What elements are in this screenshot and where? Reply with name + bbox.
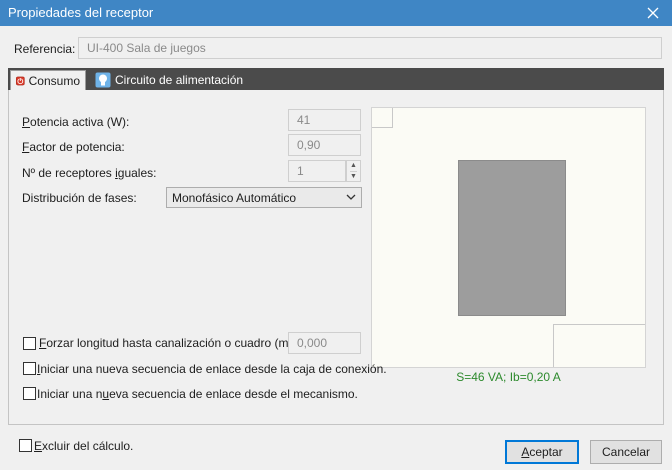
receptores-label: Nº de receptores iguales: [22, 166, 157, 180]
accept-button[interactable]: Aceptar [505, 440, 579, 464]
close-button[interactable] [640, 2, 666, 24]
tab-circuito-label: Circuito de alimentación [115, 73, 244, 87]
stepper-down-icon[interactable]: ▼ [350, 172, 357, 182]
potencia-input[interactable]: 41 [288, 109, 361, 131]
power-summary: S=46 VA; Ib=0,20 A [456, 370, 561, 384]
receptores-input[interactable]: 1 [288, 160, 346, 182]
distribucion-label: Distribución de fases: [22, 191, 137, 205]
referencia-input[interactable]: UI-400 Sala de juegos [78, 37, 662, 59]
factor-label: Factor de potencia: [22, 140, 125, 154]
chevron-down-icon [346, 194, 356, 200]
factor-input[interactable]: 0,90 [288, 134, 361, 156]
excluir-checkbox[interactable] [19, 439, 32, 452]
forzar-input[interactable]: 0,000 [288, 332, 361, 354]
title-bar: Propiedades del receptor [0, 0, 672, 26]
receptores-stepper[interactable]: ▲ ▼ [346, 160, 361, 182]
close-icon [647, 7, 659, 19]
referencia-label: Referencia: [14, 42, 76, 56]
lightbulb-icon [95, 72, 111, 88]
excluir-label: Excluir del cálculo. [34, 439, 134, 453]
tab-consumo[interactable]: Consumo [10, 70, 86, 90]
stepper-up-icon[interactable]: ▲ [350, 161, 357, 172]
cancel-button[interactable]: Cancelar [590, 440, 662, 464]
distribucion-value: Monofásico Automático [172, 190, 297, 205]
preview-receptor-block [458, 160, 566, 316]
distribucion-select[interactable]: Monofásico Automático [166, 187, 362, 208]
tab-strip: Consumo Circuito de alimentación [8, 68, 664, 90]
tab-consumo-label: Consumo [28, 73, 80, 88]
receptor-preview [371, 107, 646, 368]
forzar-checkbox[interactable] [23, 337, 36, 350]
potencia-label: Potencia activa (W): [22, 115, 130, 129]
preview-corner-top-left [372, 108, 393, 128]
power-icon [16, 76, 25, 85]
iniciar-caja-label: Iniciar una nueva secuencia de enlace de… [37, 362, 387, 376]
forzar-label: Forzar longitud hasta canalización o cua… [39, 336, 296, 350]
tab-circuito[interactable]: Circuito de alimentación [90, 70, 256, 90]
iniciar-mecanismo-checkbox[interactable] [23, 387, 36, 400]
preview-corner-bottom-right [553, 324, 645, 367]
window-title: Propiedades del receptor [8, 5, 154, 20]
iniciar-caja-checkbox[interactable] [23, 362, 36, 375]
iniciar-mecanismo-label: Iniciar una nueva secuencia de enlace de… [37, 387, 358, 401]
